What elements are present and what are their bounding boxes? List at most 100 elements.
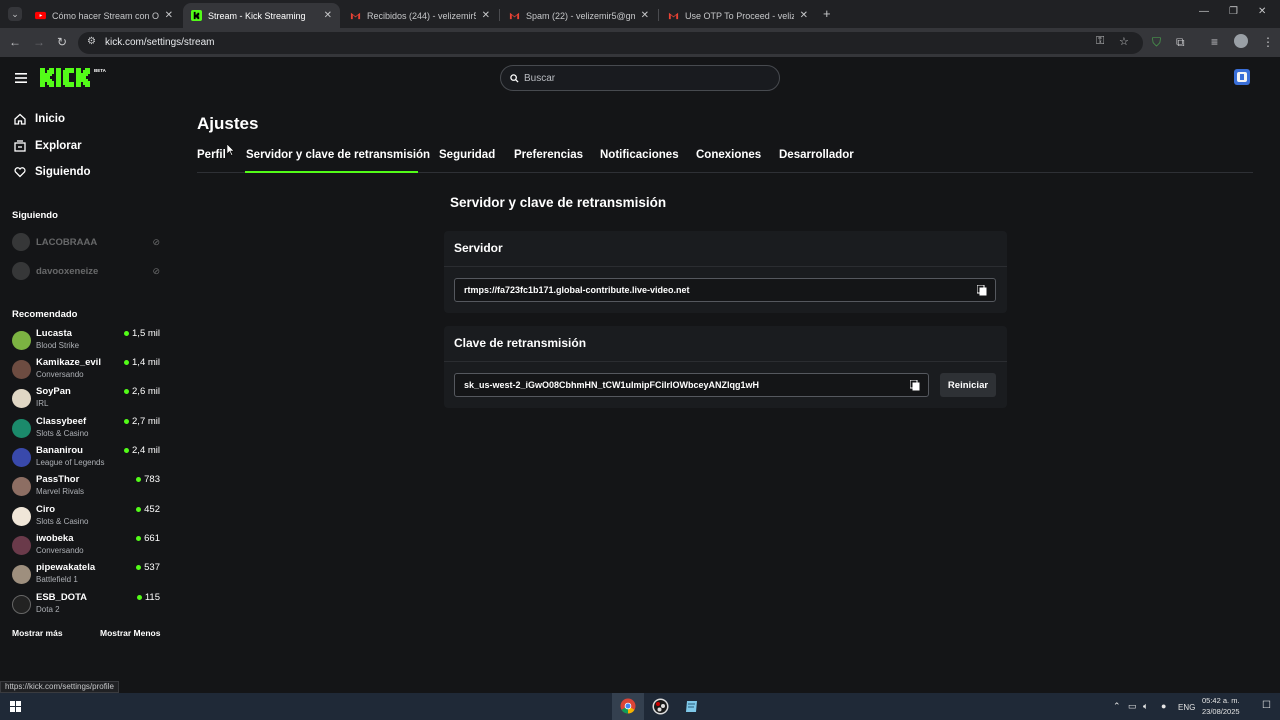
following-item[interactable]: davooxeneize ⊘ [12, 261, 160, 281]
notifications-icon[interactable]: ☐ [1262, 700, 1271, 711]
password-key-icon[interactable]: ⚿ [1096, 35, 1104, 48]
tab-kick[interactable]: Stream - Kick Streaming ✕ [183, 3, 340, 28]
server-url-field[interactable]: rtmps://fa723fc1b171.global-contribute.l… [454, 278, 996, 302]
gmail-icon [668, 12, 679, 20]
avatar [12, 507, 31, 526]
channel-category: Conversando [36, 546, 84, 555]
recommended-item[interactable]: ESB_DOTA Dota 2 115 [12, 592, 160, 620]
volume-icon[interactable]: 🔈︎ [1143, 701, 1148, 712]
status-bar-url: https://kick.com/settings/profile [0, 681, 119, 693]
tab-preferencias[interactable]: Preferencias [514, 149, 583, 161]
tab-title: Use OTP To Proceed - velizemir [685, 10, 794, 21]
user-avatar[interactable] [1234, 69, 1250, 85]
divider [444, 266, 1007, 267]
obs-icon[interactable] [652, 698, 669, 715]
recommended-item[interactable]: PassThor Marvel Rivals 783 [12, 474, 160, 502]
show-less-link[interactable]: Mostrar Menos [100, 628, 160, 638]
network-icon[interactable]: ▭ [1128, 701, 1137, 712]
close-tab-icon[interactable]: ✕ [800, 10, 808, 21]
live-dot-icon [136, 477, 142, 482]
extensions-icon[interactable]: ⧉ [1176, 35, 1185, 50]
avatar [12, 565, 31, 584]
offline-icon: ⊘ [152, 265, 160, 276]
channel-category: Marvel Rivals [36, 487, 85, 496]
recommended-item[interactable]: Ciro Slots & Casino 452 [12, 504, 160, 532]
url-text[interactable]: kick.com/settings/stream [105, 37, 214, 48]
tab-perfil[interactable]: Perfil [197, 149, 226, 161]
copy-icon[interactable] [910, 380, 920, 391]
nav-explorar[interactable]: Explorar [12, 140, 82, 152]
address-bar[interactable]: ⚙ kick.com/settings/stream ⚿ ☆ [78, 32, 1143, 54]
viewer-count: 661 [136, 533, 160, 544]
section-title: Servidor y clave de retransmisión [450, 195, 667, 210]
browser-menu-icon[interactable]: ⋮ [1262, 35, 1274, 49]
recommended-title: Recomendado [12, 309, 78, 320]
tab-gmail-spam[interactable]: Spam (22) - velizemir5@gmail.c ✕ [501, 3, 657, 28]
close-tab-icon[interactable]: ✕ [482, 10, 490, 21]
clock-date[interactable]: 23/08/2025 [1202, 707, 1240, 716]
viewer-count: 115 [136, 592, 160, 603]
tab-seguridad[interactable]: Seguridad [439, 149, 495, 161]
recommended-item[interactable]: Kamikaze_evil Conversando 1,4 mil [12, 357, 160, 385]
channel-name: PassThor [36, 474, 80, 485]
reset-key-button[interactable]: Reiniciar [940, 373, 996, 397]
kick-logo[interactable]: BETA [40, 68, 106, 92]
avatar [12, 419, 31, 438]
close-tab-icon[interactable]: ✕ [165, 10, 173, 21]
viewer-count: 783 [136, 474, 160, 485]
forward-icon[interactable]: → [33, 35, 45, 49]
stream-key-card: Clave de retransmisión sk_us-west-2_iGwO… [444, 326, 1007, 408]
restore-icon[interactable]: ❐ [1229, 6, 1238, 17]
stream-key-field[interactable]: sk_us-west-2_iGwO08CbhmHN_tCW1uImipFCiIr… [454, 373, 929, 397]
copy-icon[interactable] [977, 285, 987, 296]
close-tab-icon[interactable]: ✕ [641, 10, 649, 21]
notepad-icon[interactable] [684, 699, 700, 714]
nav-siguiendo[interactable]: Siguiendo [12, 166, 91, 178]
clock-time[interactable]: 05:42 a. m. [1202, 696, 1240, 705]
following-item[interactable]: LACOBRAAA ⊘ [12, 232, 160, 252]
channel-name: Bananirou [36, 445, 83, 456]
bookmark-star-icon[interactable]: ☆ [1119, 35, 1129, 48]
kick-logo-mark [40, 68, 90, 87]
media-control-icon[interactable]: ≡ [1211, 35, 1218, 49]
recommended-item[interactable]: iwobeka Conversando 661 [12, 533, 160, 561]
chrome-taskbar-button[interactable] [612, 693, 644, 720]
minimize-icon[interactable]: — [1199, 6, 1209, 17]
tab-conexiones[interactable]: Conexiones [696, 149, 761, 161]
viewer-count: 1,4 mil [124, 357, 160, 368]
new-tab-icon[interactable]: + [823, 6, 831, 21]
recommended-item[interactable]: pipewakatela Battlefield 1 537 [12, 562, 160, 590]
close-tab-icon[interactable]: ✕ [324, 10, 332, 21]
tab-youtube[interactable]: Cómo hacer Stream con OBS fá ✕ [27, 3, 181, 28]
tab-gmail-otp[interactable]: Use OTP To Proceed - velizemir ✕ [660, 3, 816, 28]
mouse-cursor-icon [227, 144, 235, 156]
recommended-item[interactable]: SoyPan IRL 2,6 mil [12, 386, 160, 414]
back-icon[interactable]: ← [9, 35, 21, 49]
heart-icon [14, 167, 26, 178]
nav-inicio[interactable]: Inicio [12, 113, 65, 125]
tab-gmail-inbox[interactable]: Recibidos (244) - velizemir5@g ✕ [342, 3, 498, 28]
recommended-item[interactable]: Bananirou League of Legends 2,4 mil [12, 445, 160, 473]
live-dot-icon [136, 565, 142, 570]
tab-stream-key[interactable]: Servidor y clave de retransmisión [246, 149, 430, 161]
site-info-icon[interactable]: ⚙ [87, 36, 96, 47]
recommended-item[interactable]: Classybeef Slots & Casino 2,7 mil [12, 416, 160, 444]
menu-icon[interactable] [15, 73, 27, 83]
microphone-icon[interactable]: ● [1161, 701, 1166, 711]
close-window-icon[interactable]: ✕ [1258, 6, 1266, 17]
reload-icon[interactable]: ↻ [57, 35, 67, 49]
show-more-link[interactable]: Mostrar más [12, 628, 63, 638]
viewer-count: 2,6 mil [124, 386, 160, 397]
windows-start-icon[interactable] [10, 701, 21, 712]
recommended-item[interactable]: Lucasta Blood Strike 1,5 mil [12, 328, 160, 356]
live-dot-icon [124, 419, 130, 424]
profile-avatar[interactable] [1234, 34, 1248, 48]
live-dot-icon [136, 595, 142, 600]
language-indicator[interactable]: ENG [1178, 703, 1195, 712]
tray-expand-icon[interactable]: ⌃ [1113, 701, 1121, 712]
tab-search-icon[interactable]: ⌄ [8, 7, 22, 21]
search-input[interactable]: Buscar [500, 65, 780, 91]
tab-desarrollador[interactable]: Desarrollador [779, 149, 854, 161]
shield-extension-icon[interactable]: ⛉ [1152, 35, 1161, 50]
tab-notificaciones[interactable]: Notificaciones [600, 149, 679, 161]
